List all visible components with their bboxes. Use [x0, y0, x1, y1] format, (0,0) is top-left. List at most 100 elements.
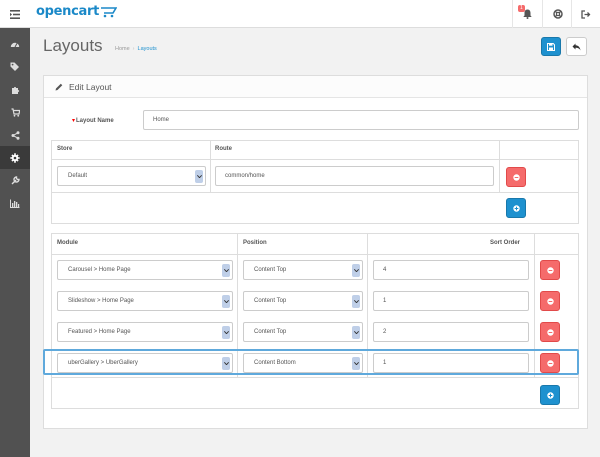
module-table-col-divider — [534, 233, 535, 377]
layout-name-label: ▾Layout Name — [72, 117, 114, 124]
route-table-col-divider — [210, 140, 211, 192]
position-select[interactable]: Content Bottom — [243, 353, 363, 373]
module-select-value: Featured > Home Page — [68, 329, 131, 335]
module-table-header-divider — [51, 254, 579, 255]
position-select-value: Content Bottom — [254, 360, 296, 366]
sort-order-input[interactable]: 4 — [373, 260, 529, 280]
menu-toggle-button[interactable] — [0, 0, 30, 28]
minus-circle-icon — [546, 266, 554, 274]
module-select-value: Carousel > Home Page — [68, 267, 131, 273]
back-button[interactable] — [566, 37, 587, 56]
module-select[interactable]: Slideshow > Home Page — [57, 291, 233, 311]
sidebar-item-extensions[interactable] — [0, 78, 30, 101]
sort-order-input[interactable]: 1 — [373, 291, 529, 311]
sidebar-item-marketing[interactable] — [0, 124, 30, 147]
sign-out-icon — [581, 9, 591, 19]
chevron-down-icon — [196, 175, 202, 178]
select-caret — [222, 295, 230, 308]
panel-heading: Edit Layout — [44, 76, 587, 98]
remove-route-button[interactable] — [506, 167, 526, 187]
save-button[interactable] — [541, 37, 561, 56]
select-caret — [352, 326, 360, 339]
module-select[interactable]: uberGallery > UberGallery — [57, 353, 233, 373]
position-select[interactable]: Content Top — [243, 322, 363, 342]
select-caret — [352, 295, 360, 308]
breadcrumb-layouts[interactable]: Layouts — [138, 46, 157, 52]
logo-text: opencart — [36, 4, 100, 19]
route-table-row-divider — [51, 192, 579, 193]
module-column-header: Module — [57, 240, 78, 246]
cog-icon — [10, 152, 20, 163]
chevron-down-icon — [223, 300, 229, 303]
position-select[interactable]: Content Top — [243, 260, 363, 280]
reply-icon — [572, 43, 581, 50]
minus-circle-icon — [546, 328, 554, 336]
notification-badge: 1 — [518, 5, 525, 12]
layout-name-label-text: Layout Name — [76, 118, 114, 124]
puzzle-icon — [11, 86, 19, 94]
module-select[interactable]: Carousel > Home Page — [57, 260, 233, 280]
notifications-button[interactable]: 1 — [512, 0, 542, 28]
logout-button[interactable] — [571, 0, 600, 28]
select-caret — [195, 170, 203, 183]
remove-module-button[interactable] — [540, 260, 560, 280]
layout-name-input[interactable]: Home — [143, 110, 579, 130]
add-module-button[interactable] — [540, 385, 560, 405]
route-column-header: Route — [215, 146, 232, 152]
select-caret — [222, 357, 230, 370]
module-table-row-divider — [51, 377, 579, 378]
sidebar — [0, 28, 30, 457]
module-select-value: uberGallery > UberGallery — [68, 360, 138, 366]
store-select[interactable]: Default — [57, 166, 206, 186]
panel-title: Edit Layout — [69, 82, 112, 92]
position-column-header: Position — [243, 240, 267, 246]
module-select-value: Slideshow > Home Page — [68, 298, 134, 304]
select-caret — [222, 326, 230, 339]
sort-order-input[interactable]: 2 — [373, 322, 529, 342]
chevron-down-icon — [353, 362, 359, 365]
breadcrumb-home[interactable]: Home — [115, 46, 130, 52]
sidebar-item-reports[interactable] — [0, 192, 30, 215]
chevron-down-icon — [353, 300, 359, 303]
breadcrumb-separator: › — [132, 46, 135, 52]
select-caret — [352, 264, 360, 277]
remove-module-button[interactable] — [540, 353, 560, 373]
route-table-col-divider — [499, 140, 500, 192]
menu-icon — [10, 9, 20, 19]
breadcrumb: Home › Layouts — [115, 46, 157, 52]
bar-chart-icon — [10, 199, 20, 208]
sort-order-column-header: Sort Order — [490, 240, 521, 246]
plus-circle-icon — [546, 391, 554, 399]
chevron-down-icon — [353, 269, 359, 272]
tags-icon — [10, 62, 19, 71]
position-select-value: Content Top — [254, 298, 287, 304]
minus-circle-icon — [546, 359, 554, 367]
wrench-icon — [11, 176, 20, 185]
sidebar-item-sales[interactable] — [0, 101, 30, 124]
required-marker: ▾ — [72, 118, 76, 124]
route-input[interactable]: common/home — [215, 166, 494, 186]
add-route-button[interactable] — [506, 198, 526, 218]
sidebar-item-catalog[interactable] — [0, 55, 30, 78]
store-column-header: Store — [57, 146, 73, 152]
chevron-down-icon — [223, 362, 229, 365]
chevron-down-icon — [353, 331, 359, 334]
module-table-col-divider — [237, 233, 238, 377]
position-select[interactable]: Content Top — [243, 291, 363, 311]
life-ring-icon — [552, 9, 563, 19]
opencart-logo[interactable]: opencart — [36, 4, 118, 19]
remove-module-button[interactable] — [540, 322, 560, 342]
sidebar-item-dashboard[interactable] — [0, 32, 30, 55]
position-select-value: Content Top — [254, 329, 287, 335]
sort-order-input[interactable]: 1 — [373, 353, 529, 373]
page-title: Layouts — [43, 36, 103, 55]
cart-icon — [11, 108, 20, 117]
remove-module-button[interactable] — [540, 291, 560, 311]
dashboard-icon — [10, 42, 20, 47]
cart-logo-icon — [101, 6, 118, 17]
sidebar-item-tools[interactable] — [0, 169, 30, 192]
module-select[interactable]: Featured > Home Page — [57, 322, 233, 342]
share-icon — [11, 131, 19, 140]
help-button[interactable] — [542, 0, 572, 28]
sidebar-item-system[interactable] — [0, 146, 30, 169]
